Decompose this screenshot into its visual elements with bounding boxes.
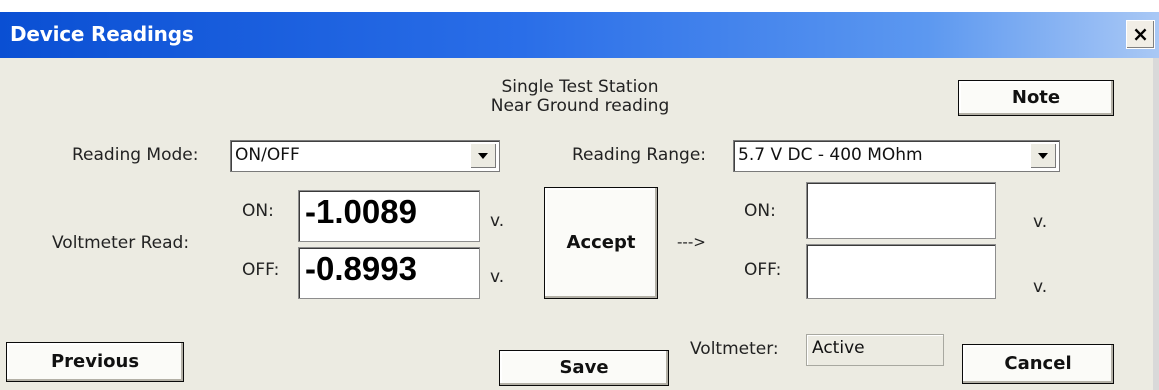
window-title: Device Readings xyxy=(10,22,194,46)
accepted-on-label: ON: xyxy=(744,201,776,221)
chevron-down-icon[interactable] xyxy=(1030,143,1057,169)
on-label: ON: xyxy=(242,201,274,221)
previous-button[interactable]: Previous xyxy=(6,342,184,382)
accepted-off-label: OFF: xyxy=(744,260,782,280)
device-readings-dialog: Device Readings × Single Test Station Ne… xyxy=(0,0,1159,390)
title-bar[interactable]: Device Readings × xyxy=(0,12,1159,58)
reading-range-select[interactable]: 5.7 V DC - 400 MOhm xyxy=(733,140,1060,172)
chevron-down-icon[interactable] xyxy=(470,143,497,169)
off-reading-field: -0.8993 xyxy=(298,247,480,299)
voltmeter-read-label: Voltmeter Read: xyxy=(52,233,190,253)
off-label: OFF: xyxy=(242,260,280,280)
off-unit-label: v. xyxy=(490,267,505,287)
off-reading-value: -0.8993 xyxy=(305,250,417,287)
accept-button[interactable]: Accept xyxy=(544,187,658,299)
accepted-off-unit-label: v. xyxy=(1033,277,1048,297)
accepted-on-field[interactable] xyxy=(806,182,996,239)
accepted-off-field[interactable] xyxy=(806,244,996,299)
on-unit-label: v. xyxy=(490,211,505,231)
transfer-arrow: ---> xyxy=(677,233,706,251)
window-edge xyxy=(1153,58,1159,390)
reading-mode-value: ON/OFF xyxy=(235,145,300,165)
close-button[interactable]: × xyxy=(1126,20,1155,49)
reading-range-value: 5.7 V DC - 400 MOhm xyxy=(738,145,923,165)
note-button[interactable]: Note xyxy=(958,80,1114,116)
cancel-button[interactable]: Cancel xyxy=(962,344,1114,384)
on-reading-value: -1.0089 xyxy=(305,193,417,230)
reading-range-label: Reading Range: xyxy=(572,145,707,165)
save-button[interactable]: Save xyxy=(499,350,669,386)
on-reading-field: -1.0089 xyxy=(298,190,480,242)
close-icon: × xyxy=(1132,22,1149,46)
voltmeter-status-value: Active xyxy=(812,338,865,358)
voltmeter-status-box: Active xyxy=(806,334,944,366)
accepted-on-unit-label: v. xyxy=(1033,212,1048,232)
reading-mode-label: Reading Mode: xyxy=(72,145,199,165)
station-type-label: Single Test Station xyxy=(501,77,659,97)
reading-mode-select[interactable]: ON/OFF xyxy=(230,140,500,172)
reading-type-label: Near Ground reading xyxy=(490,96,670,116)
voltmeter-status-label: Voltmeter: xyxy=(690,339,779,359)
